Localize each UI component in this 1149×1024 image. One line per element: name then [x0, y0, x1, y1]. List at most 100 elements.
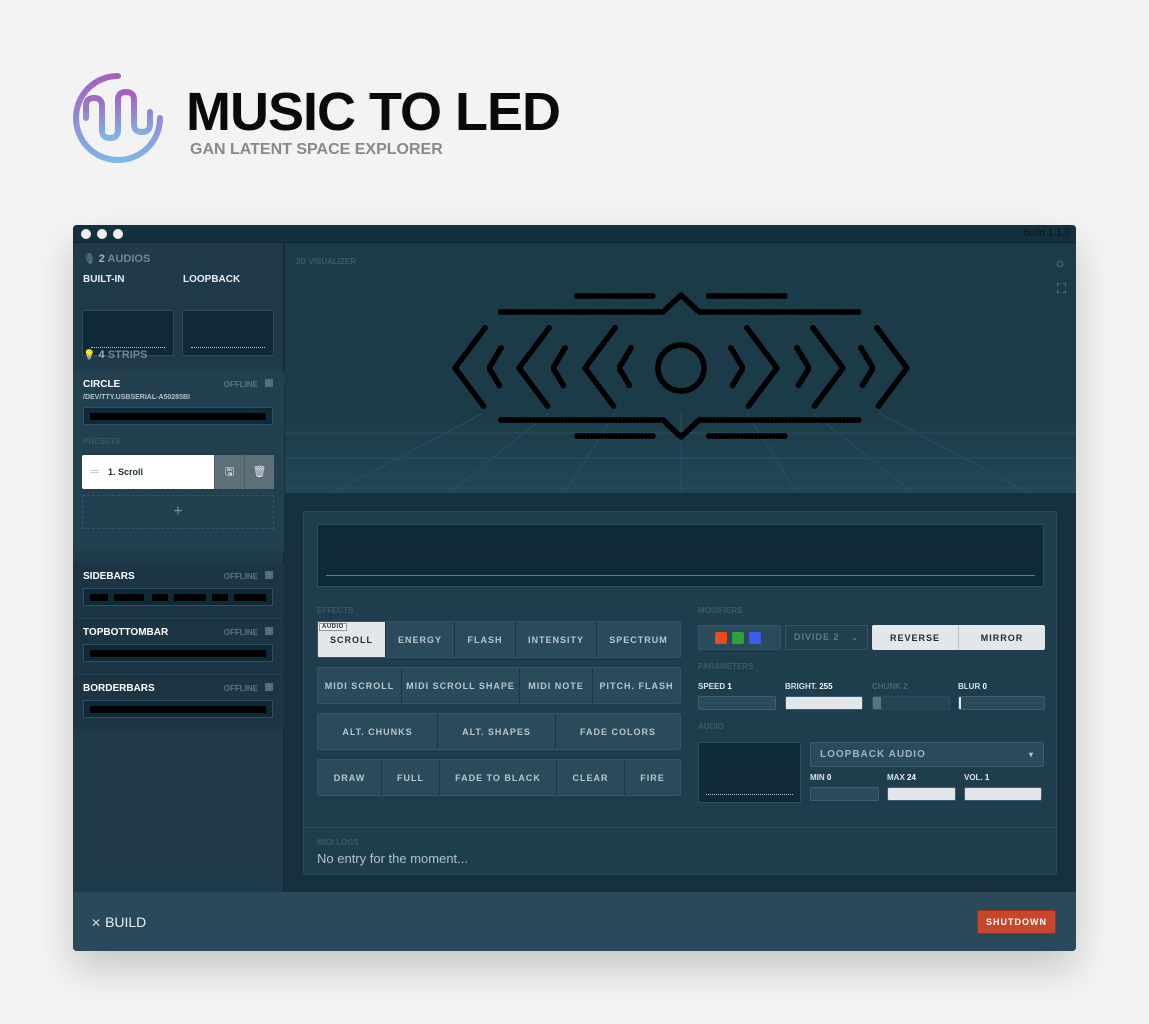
effect-panel: EFFECTS AUDIO SCROLL ENERGY FLASH INTENS… — [303, 511, 1057, 875]
strip-topbottombar[interactable]: TOPBOTTOMBAR OFFLINE — [73, 619, 284, 673]
effect-fade-colors-button[interactable]: FADE COLORS — [556, 714, 680, 749]
brand-header: MUSIC TO LED GAN LATENT SPACE EXPLORER — [72, 72, 632, 172]
effect-scroll-button[interactable]: AUDIO SCROLL — [318, 622, 386, 657]
speed-slider[interactable] — [698, 696, 776, 710]
floppy-icon: 🖫 — [224, 466, 235, 478]
preset-item[interactable]: 1. Scroll 🖫 🗑 — [82, 455, 274, 489]
effect-pitch-flash-button[interactable]: PITCH. FLASH — [593, 668, 680, 703]
brightness-slider[interactable] — [785, 696, 863, 710]
build-version: build 1.1.0 — [1023, 228, 1070, 239]
audio-source-select[interactable]: LOOPBACK AUDIO ▾ — [810, 742, 1044, 767]
visualizer-3d[interactable]: 3D VISUALIZER ☼ ⛶ — [285, 243, 1076, 493]
visualizer-scene — [285, 292, 1076, 493]
status-indicator — [265, 571, 273, 579]
status-indicator — [265, 627, 273, 635]
delete-preset-button[interactable]: 🗑 — [244, 455, 274, 489]
color-swatch-green[interactable] — [732, 632, 744, 644]
preset-name: 1. Scroll — [108, 467, 144, 477]
strip-name: SIDEBARS — [83, 571, 135, 582]
effects-row-4: DRAW FULL FADE TO BLACK CLEAR FIRE — [317, 759, 681, 796]
audio-meter-loopback[interactable] — [182, 310, 274, 356]
effect-intensity-button[interactable]: INTENSITY — [516, 622, 597, 657]
strips-count: 4 — [98, 349, 105, 361]
caret-down-icon: ▾ — [1028, 750, 1034, 759]
effect-full-button[interactable]: FULL — [382, 760, 440, 795]
add-preset-button[interactable]: + — [82, 495, 274, 529]
strip-led-preview — [83, 700, 273, 718]
chunk-slider[interactable] — [872, 696, 950, 710]
strip-name: TOPBOTTOMBAR — [83, 627, 169, 638]
effects-row-3: ALT. CHUNKS ALT. SHAPES FADE COLORS — [317, 713, 681, 750]
param-speed-label: SPEED 1 — [698, 682, 732, 691]
color-swatch-red[interactable] — [715, 632, 727, 644]
audio-volume-label: VOL. 1 — [964, 773, 990, 782]
effect-midi-scroll-shape-button[interactable]: MIDI SCROLL SHAPE — [402, 668, 520, 703]
effect-midi-scroll-button[interactable]: MIDI SCROLL — [318, 668, 402, 703]
blur-slider[interactable] — [958, 696, 1045, 710]
presets-label: PRESETS — [83, 437, 121, 446]
app-title: MUSIC TO LED — [186, 82, 561, 142]
effect-energy-button[interactable]: ENERGY — [386, 622, 455, 657]
reverse-toggle[interactable]: REVERSE — [872, 625, 959, 650]
strip-status: OFFLINE — [223, 684, 258, 693]
effect-fire-button[interactable]: FIRE — [625, 760, 680, 795]
save-preset-button[interactable]: 🖫 — [214, 455, 244, 489]
color-swatch-blue[interactable] — [749, 632, 761, 644]
effect-midi-note-button[interactable]: MIDI NOTE — [520, 668, 593, 703]
maximize-window-button[interactable] — [113, 229, 123, 239]
divide-value: DIVIDE 2 — [794, 632, 840, 642]
strip-borderbars[interactable]: BORDERBARS OFFLINE — [73, 675, 284, 729]
close-window-button[interactable] — [81, 229, 91, 239]
app-window: build 1.1.0 🎙 2 AUDIOS BUILT-IN LOOPBACK… — [73, 225, 1076, 951]
status-indicator — [265, 683, 273, 691]
audio-source-value: LOOPBACK AUDIO — [820, 749, 926, 760]
effect-draw-button[interactable]: DRAW — [318, 760, 382, 795]
minimize-window-button[interactable] — [97, 229, 107, 239]
effects-row-2: MIDI SCROLL MIDI SCROLL SHAPE MIDI NOTE … — [317, 667, 681, 704]
strip-device-path: /DEV/TTY.USBSERIAL-A50285BI — [83, 394, 190, 401]
audio-min-slider[interactable] — [810, 787, 879, 801]
bulb-icon: 💡 — [83, 350, 96, 361]
audio-min-label: MIN 0 — [810, 773, 832, 782]
audio-max-label: MAX 24 — [887, 773, 916, 782]
audio-volume-slider[interactable] — [964, 787, 1042, 801]
effect-alt-chunks-button[interactable]: ALT. CHUNKS — [318, 714, 438, 749]
effect-flash-button[interactable]: FLASH — [455, 622, 516, 657]
audio-level-meter — [698, 742, 801, 803]
effects-label: EFFECTS — [317, 606, 354, 615]
tools-icon: ✕ — [91, 916, 102, 930]
audio-section-label: AUDIO — [698, 722, 724, 731]
effect-alt-shapes-button[interactable]: ALT. SHAPES — [438, 714, 556, 749]
param-blur-label: BLUR 0 — [958, 682, 987, 691]
strip-sidebars[interactable]: SIDEBARS OFFLINE — [73, 563, 284, 617]
audio-tag: AUDIO — [319, 623, 347, 631]
footer-bar: ✕ BUILD SHUTDOWN — [73, 892, 1076, 951]
effect-label: SCROLL — [330, 634, 373, 645]
shutdown-button[interactable]: SHUTDOWN — [977, 910, 1056, 934]
waveform-display — [317, 524, 1044, 587]
effect-spectrum-button[interactable]: SPECTRUM — [597, 622, 680, 657]
drag-handle-icon[interactable] — [91, 470, 99, 471]
audios-label: AUDIOS — [107, 253, 151, 265]
effect-fade-to-black-button[interactable]: FADE TO BLACK — [440, 760, 557, 795]
mirror-toggle[interactable]: MIRROR — [959, 625, 1045, 650]
app-subtitle: GAN LATENT SPACE EXPLORER — [190, 141, 443, 158]
sun-icon[interactable]: ☼ — [1054, 255, 1066, 270]
sidebar: 🎙 2 AUDIOS BUILT-IN LOOPBACK 💡 4 STRIPS … — [73, 243, 290, 892]
audio-max-slider[interactable] — [887, 787, 956, 801]
color-picker[interactable] — [698, 625, 781, 650]
strip-status: OFFLINE — [223, 628, 258, 637]
midi-logs-label: MIDI LOGS — [317, 838, 359, 847]
strips-header: 💡 4 STRIPS — [83, 349, 147, 361]
chevron-down-icon: ⌄ — [851, 633, 859, 642]
status-indicator — [265, 379, 273, 387]
audios-count: 2 — [98, 253, 105, 265]
panel-divider — [304, 827, 1056, 828]
wave-logo-icon — [73, 73, 163, 163]
audio-input-label-loopback: LOOPBACK — [183, 274, 241, 285]
divide-select[interactable]: DIVIDE 2 ⌄ — [785, 625, 868, 650]
fullscreen-icon[interactable]: ⛶ — [1057, 281, 1066, 297]
strip-circle[interactable]: CIRCLE OFFLINE /DEV/TTY.USBSERIAL-A50285… — [73, 371, 284, 551]
build-button[interactable]: ✕ BUILD — [91, 914, 146, 930]
effect-clear-button[interactable]: CLEAR — [557, 760, 625, 795]
